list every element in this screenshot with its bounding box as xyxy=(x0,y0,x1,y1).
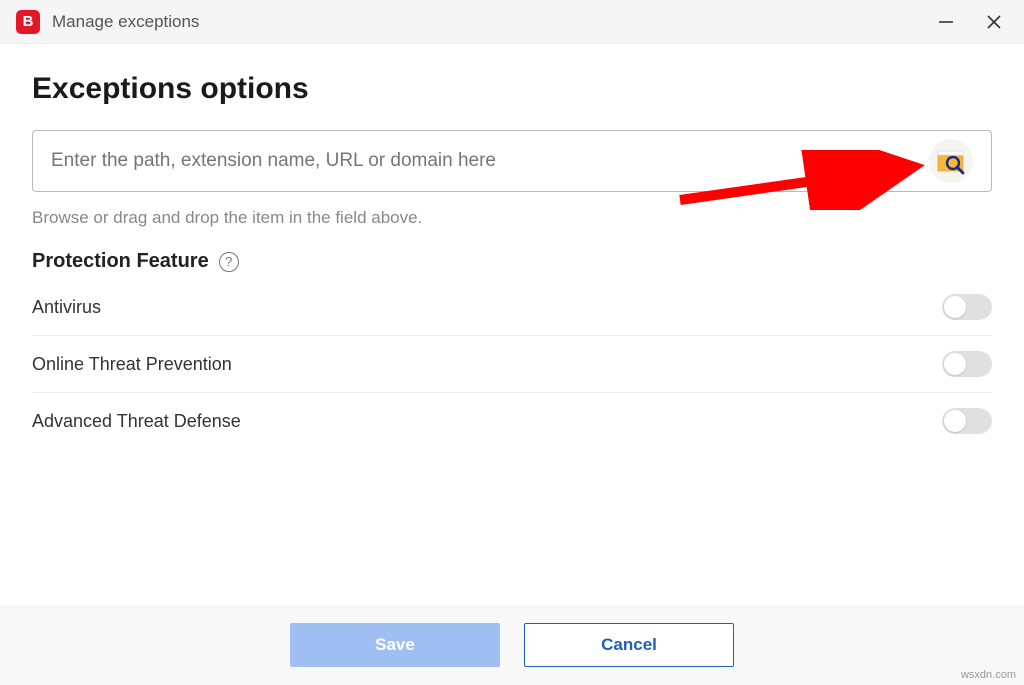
toggle-antivirus[interactable] xyxy=(942,294,992,320)
folder-search-icon xyxy=(936,147,966,175)
window-controls xyxy=(934,10,1016,34)
feature-label: Online Threat Prevention xyxy=(32,354,232,375)
close-button[interactable] xyxy=(982,10,1006,34)
feature-label: Antivirus xyxy=(32,297,101,318)
cancel-button[interactable]: Cancel xyxy=(524,623,734,667)
window: B Manage exceptions Exceptions options xyxy=(0,0,1024,685)
page-title: Exceptions options xyxy=(32,72,992,106)
path-input[interactable] xyxy=(51,150,917,172)
minimize-icon xyxy=(937,13,955,31)
section-title: Protection Feature xyxy=(32,250,209,273)
toggle-advanced-threat[interactable] xyxy=(942,408,992,434)
path-input-container xyxy=(32,130,992,192)
save-button[interactable]: Save xyxy=(290,623,500,667)
footer: Save Cancel xyxy=(0,605,1024,685)
browse-button[interactable] xyxy=(929,139,973,183)
content-area: Exceptions options Browse or drag and dr… xyxy=(0,44,1024,449)
feature-row-antivirus: Antivirus xyxy=(32,279,992,336)
window-title: Manage exceptions xyxy=(52,12,934,32)
help-icon[interactable]: ? xyxy=(219,252,239,272)
titlebar: B Manage exceptions xyxy=(0,0,1024,44)
close-icon xyxy=(986,14,1002,30)
feature-label: Advanced Threat Defense xyxy=(32,411,241,432)
minimize-button[interactable] xyxy=(934,10,958,34)
feature-row-advanced-threat: Advanced Threat Defense xyxy=(32,393,992,449)
section-header: Protection Feature ? xyxy=(32,250,992,273)
app-logo-icon: B xyxy=(16,10,40,34)
toggle-online-threat[interactable] xyxy=(942,351,992,377)
watermark: wsxdn.com xyxy=(961,669,1016,681)
feature-row-online-threat: Online Threat Prevention xyxy=(32,336,992,393)
input-hint: Browse or drag and drop the item in the … xyxy=(32,208,992,228)
